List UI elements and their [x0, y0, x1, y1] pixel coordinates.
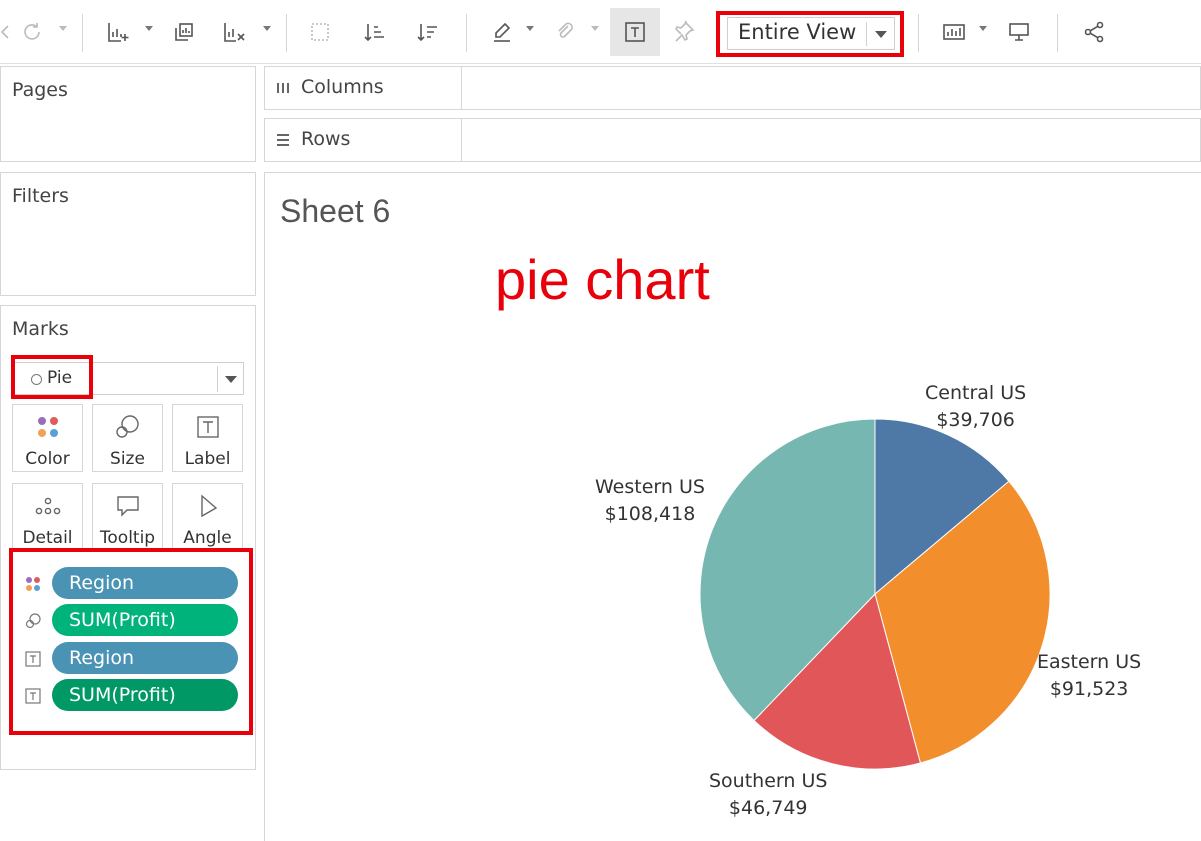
clear-sheet-dropdown-icon[interactable]: [263, 26, 271, 31]
show-me-dropdown-icon[interactable]: [979, 26, 987, 31]
fix-axes-pin-icon[interactable]: [670, 16, 698, 48]
marks-card-title: Marks: [12, 318, 69, 340]
pill-label: Region: [69, 572, 135, 594]
rows-shelf-divider: [461, 119, 462, 161]
marks-field-region-label[interactable]: Region: [52, 642, 238, 674]
show-mark-labels-icon[interactable]: [621, 16, 649, 48]
label-icon: [173, 413, 242, 441]
group-members-dropdown-icon[interactable]: [591, 26, 599, 31]
new-worksheet-icon[interactable]: [104, 16, 132, 48]
fit-dropdown-value: Entire View: [738, 20, 857, 44]
pie-label-value: $39,706: [936, 409, 1015, 431]
pie-label-name: Southern US: [709, 770, 828, 792]
refresh-dropdown-icon[interactable]: [59, 26, 67, 31]
toolbar-separator: [286, 14, 287, 52]
pill-label: SUM(Profit): [69, 609, 176, 631]
label-button[interactable]: Label: [172, 404, 243, 472]
size-button[interactable]: Size: [92, 404, 163, 472]
new-worksheet-dropdown-icon[interactable]: [145, 26, 153, 31]
angle-icon: [173, 492, 242, 520]
marks-field-sum-profit-label[interactable]: SUM(Profit): [52, 679, 238, 711]
mark-type-highlight-annotation: [11, 355, 93, 399]
toolbar-separator: [918, 14, 919, 52]
duplicate-sheet-icon[interactable]: [170, 16, 198, 48]
pie-label-name: Western US: [595, 476, 705, 498]
fit-dropdown-divider: [866, 22, 867, 46]
chevron-down-icon[interactable]: [875, 31, 887, 38]
pie-label-name: Central US: [925, 382, 1027, 404]
back-icon[interactable]: [0, 16, 18, 48]
pill-label: SUM(Profit): [69, 684, 176, 706]
toolbar-separator: [466, 14, 467, 52]
size-icon: [25, 613, 41, 629]
group-members-icon[interactable]: [550, 16, 578, 48]
highlight-icon[interactable]: [488, 16, 516, 48]
color-icon: [13, 413, 82, 441]
label-icon: [25, 651, 41, 667]
clear-sheet-icon[interactable]: [220, 16, 248, 48]
fit-dropdown[interactable]: Entire View: [727, 17, 895, 50]
color-button[interactable]: Color: [12, 404, 83, 472]
pages-card-title: Pages: [12, 79, 68, 101]
pie-label-value: $108,418: [604, 503, 696, 525]
rows-icon: [277, 134, 289, 146]
marks-field-sum-profit-size[interactable]: SUM(Profit): [52, 604, 238, 636]
toolbar: Entire View: [0, 0, 1201, 64]
pie-label-value: $46,749: [728, 797, 808, 819]
presentation-mode-icon[interactable]: [1005, 16, 1033, 48]
highlight-dropdown-icon[interactable]: [526, 26, 534, 31]
rows-shelf[interactable]: Rows: [264, 118, 1201, 162]
pages-card[interactable]: Pages: [0, 66, 256, 162]
pie-label-central-us: Central US $39,706: [925, 380, 1026, 434]
pill-label: Region: [69, 647, 135, 669]
marks-field-region-color[interactable]: Region: [52, 567, 238, 599]
detail-button-label: Detail: [22, 528, 73, 548]
toolbar-separator: [82, 14, 83, 52]
mark-type-divider: [217, 366, 218, 392]
filters-card[interactable]: Filters: [0, 172, 256, 296]
detail-button[interactable]: Detail: [12, 483, 83, 551]
label-icon: [25, 688, 41, 704]
color-icon: [26, 577, 40, 591]
pie-label-value: $91,523: [1049, 678, 1129, 700]
columns-shelf-label: Columns: [301, 76, 384, 98]
size-button-label: Size: [110, 449, 145, 469]
view-area: Sheet 6 pie chart Central US $39,706 Eas…: [264, 172, 1201, 841]
refresh-icon[interactable]: [18, 16, 46, 48]
pie-label-southern-us: Southern US $46,749: [709, 768, 827, 822]
swap-rows-columns-icon[interactable]: [306, 16, 334, 48]
sort-ascending-icon[interactable]: [361, 16, 389, 48]
columns-icon: [277, 83, 289, 93]
size-icon: [93, 413, 162, 441]
columns-shelf[interactable]: Columns: [264, 66, 1201, 110]
share-icon[interactable]: [1080, 16, 1108, 48]
columns-shelf-divider: [461, 67, 462, 109]
pie-label-name: Eastern US: [1037, 651, 1142, 673]
label-button-label: Label: [184, 449, 231, 469]
angle-button[interactable]: Angle: [172, 483, 243, 551]
pie-chart[interactable]: [265, 173, 1201, 841]
show-me-icon[interactable]: [940, 16, 968, 48]
tooltip-button[interactable]: Tooltip: [92, 483, 163, 551]
detail-icon: [13, 492, 82, 520]
sort-descending-icon[interactable]: [414, 16, 442, 48]
rows-shelf-label: Rows: [301, 128, 351, 150]
pie-label-western-us: Western US $108,418: [595, 474, 705, 528]
color-button-label: Color: [25, 449, 70, 469]
tooltip-icon: [93, 492, 162, 520]
filters-card-title: Filters: [12, 185, 69, 207]
toolbar-separator: [1057, 14, 1058, 52]
angle-button-label: Angle: [183, 528, 232, 548]
tooltip-button-label: Tooltip: [99, 528, 156, 548]
chevron-down-icon[interactable]: [225, 376, 237, 383]
pie-label-eastern-us: Eastern US $91,523: [1037, 649, 1141, 703]
